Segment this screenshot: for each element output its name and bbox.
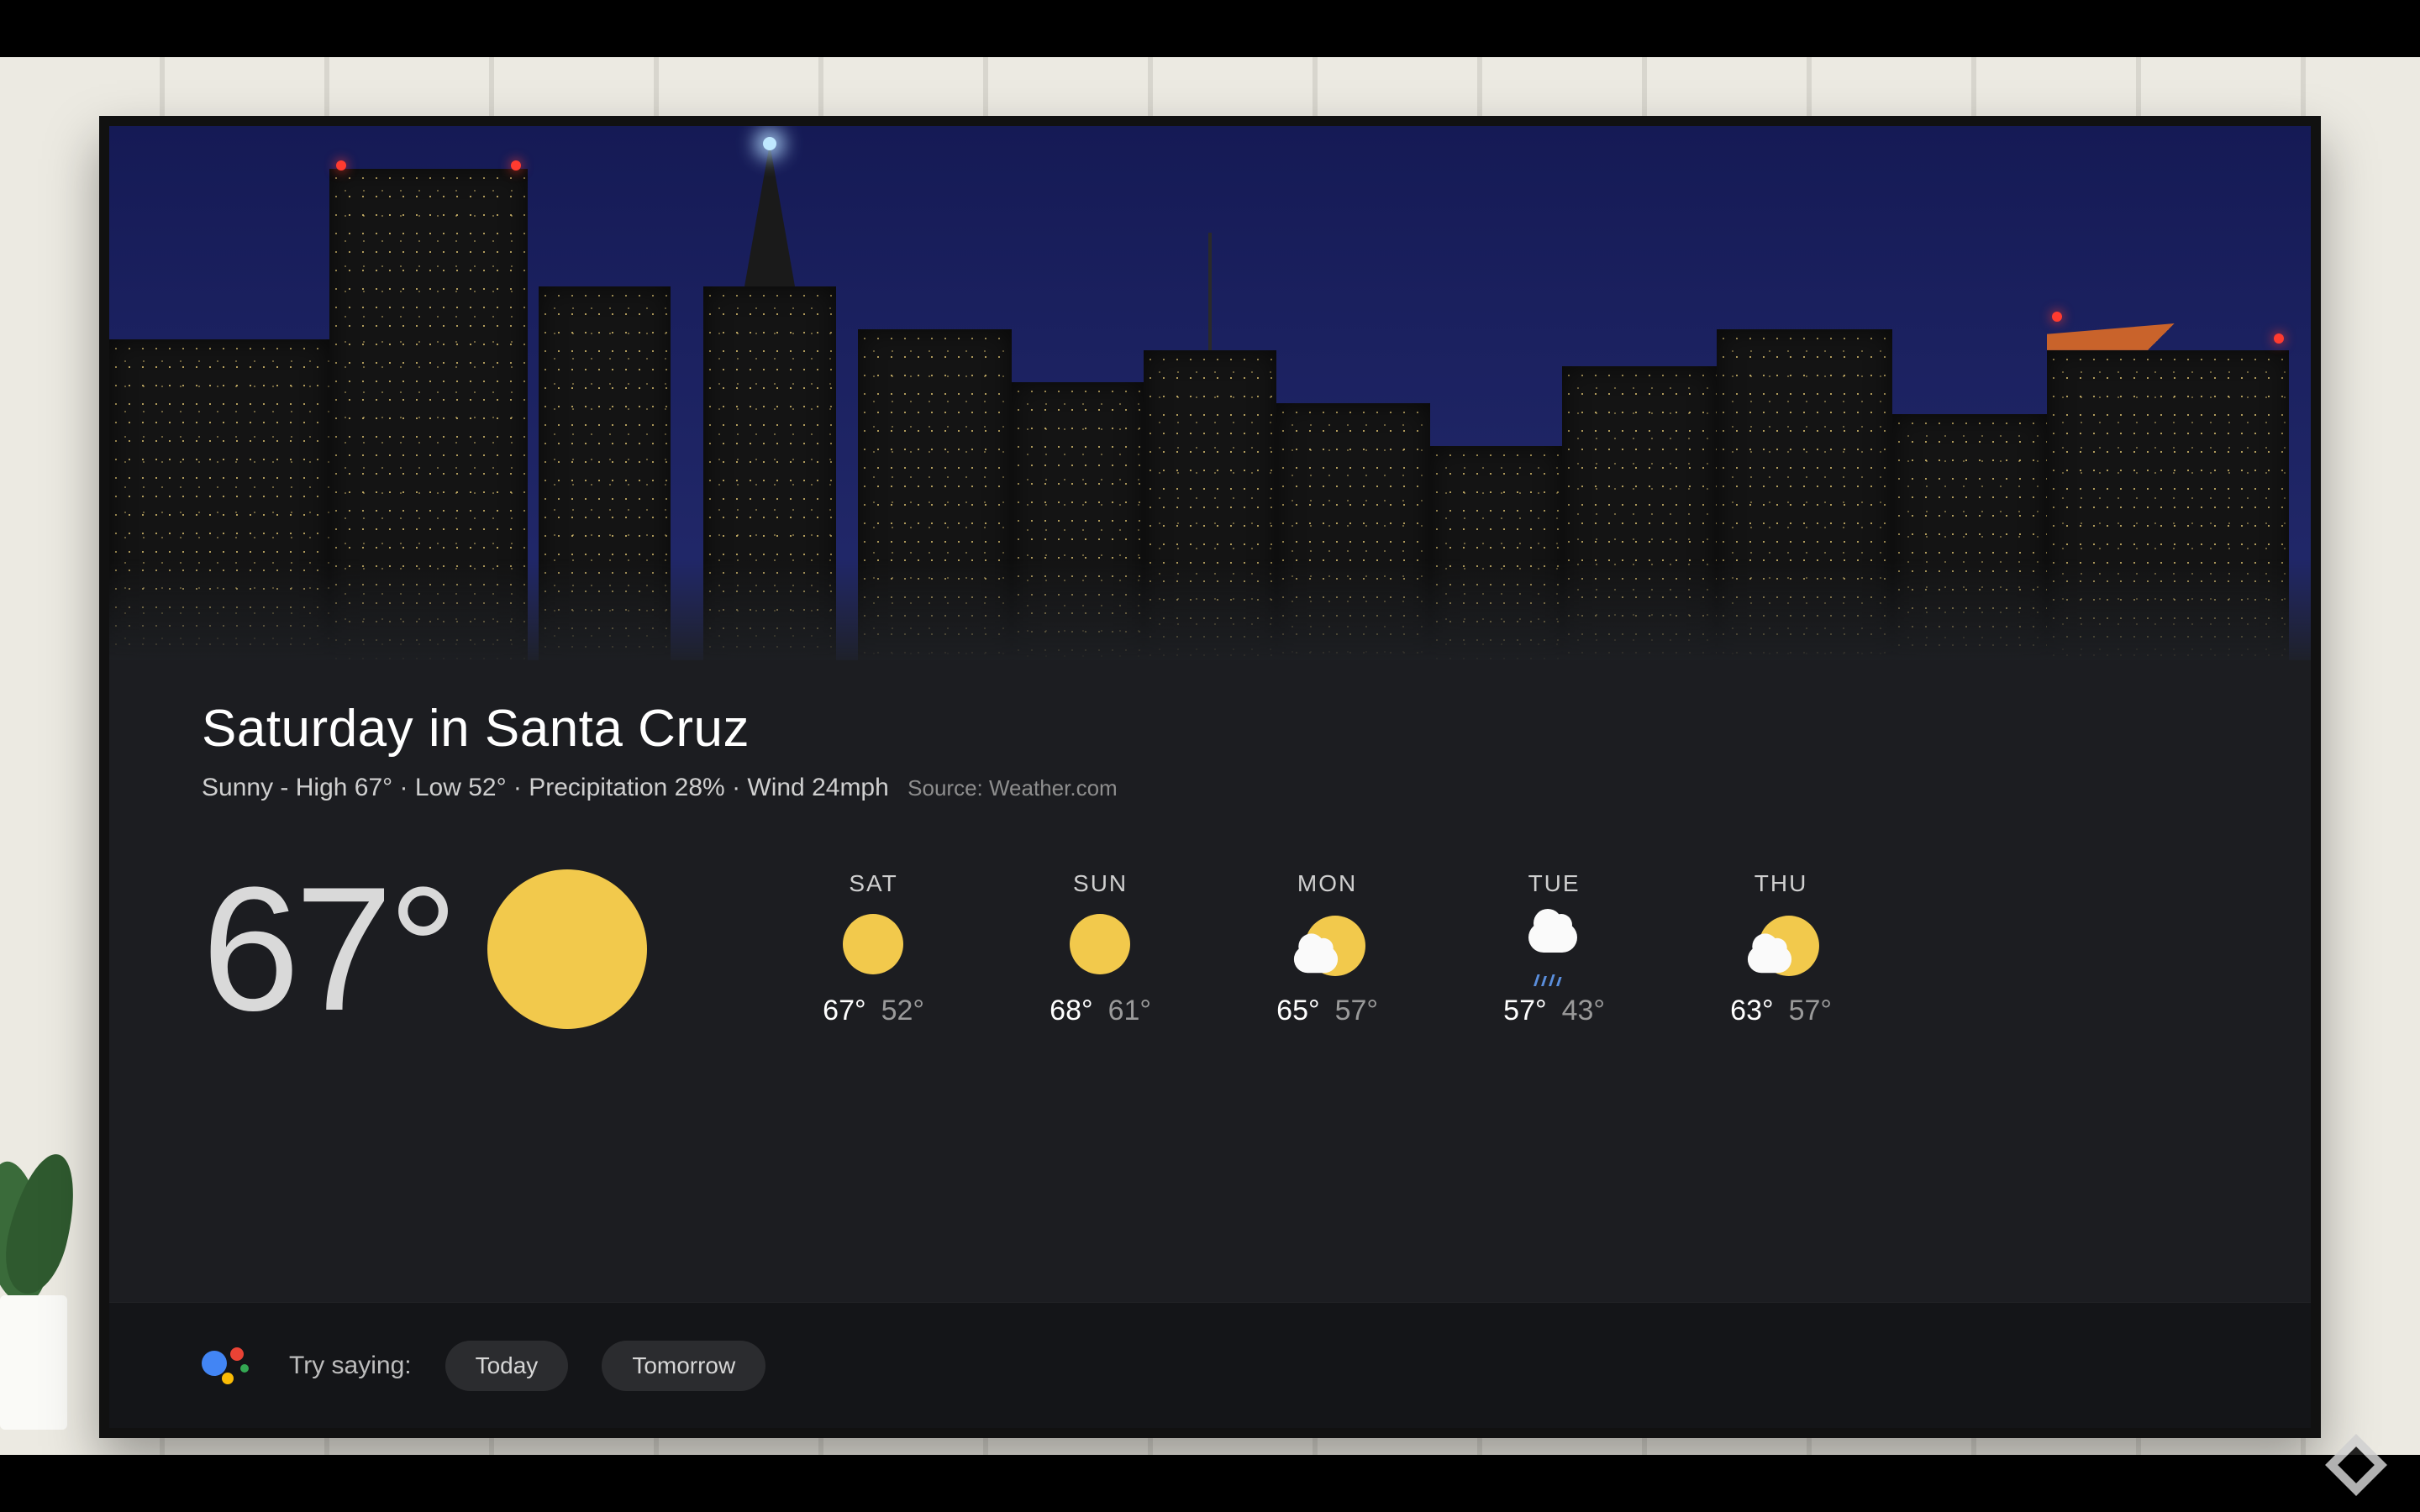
rain-icon bbox=[1523, 914, 1586, 976]
suggestion-chip-tomorrow[interactable]: Tomorrow bbox=[602, 1341, 765, 1391]
forecast-row: SAT 67° 52° SUN bbox=[815, 870, 1840, 1027]
forecast-high: 67° bbox=[823, 995, 865, 1027]
weather-summary: Sunny - High 67° · Low 52° · Precipitati… bbox=[202, 774, 2218, 802]
weather-panel: Saturday in Santa Cruz Sunny - High 67° … bbox=[109, 660, 2311, 1429]
forecast-day-label: MON bbox=[1297, 870, 1357, 897]
weather-title: Saturday in Santa Cruz bbox=[202, 699, 2218, 759]
current-temp: 67° bbox=[202, 861, 454, 1037]
forecast-high: 68° bbox=[1050, 995, 1092, 1027]
forecast-low: 57° bbox=[1789, 995, 1832, 1027]
forecast-day-sun: SUN 68° 61° bbox=[1042, 870, 1160, 1027]
tv-screen: Saturday in Santa Cruz Sunny - High 67° … bbox=[109, 126, 2311, 1428]
assistant-prompt: Try saying: bbox=[289, 1352, 412, 1380]
source-text: Source: Weather.com bbox=[908, 775, 1118, 801]
forecast-low: 43° bbox=[1562, 995, 1605, 1027]
partly-cloudy-icon bbox=[1750, 914, 1812, 976]
forecast-low: 57° bbox=[1335, 995, 1378, 1027]
forecast-day-label: SAT bbox=[849, 870, 897, 897]
watermark-icon bbox=[2321, 1430, 2391, 1500]
sunny-icon bbox=[1070, 914, 1132, 976]
sunny-icon bbox=[487, 869, 647, 1029]
forecast-high: 63° bbox=[1730, 995, 1773, 1027]
assistant-logo-icon bbox=[202, 1339, 255, 1393]
forecast-day-label: THU bbox=[1754, 870, 1808, 897]
forecast-day-tue: TUE 57° 43° bbox=[1496, 870, 1613, 1027]
forecast-low: 61° bbox=[1108, 995, 1151, 1027]
forecast-day-sat: SAT 67° 52° bbox=[815, 870, 933, 1027]
current-weather: 67° bbox=[202, 861, 647, 1037]
condition-text: Sunny bbox=[202, 774, 273, 801]
forecast-high: 57° bbox=[1503, 995, 1546, 1027]
forecast-day-label: SUN bbox=[1073, 870, 1128, 897]
sunny-icon bbox=[843, 914, 905, 976]
partly-cloudy-icon bbox=[1297, 914, 1359, 976]
high-text: High 67° bbox=[296, 774, 392, 801]
decor-plant bbox=[0, 1127, 92, 1430]
assistant-bar: Try saying: Today Tomorrow bbox=[109, 1302, 2311, 1428]
precip-text: Precipitation 28% bbox=[529, 774, 724, 801]
tv-frame: Saturday in Santa Cruz Sunny - High 67° … bbox=[99, 116, 2321, 1438]
forecast-day-mon: MON 65° 57° bbox=[1269, 870, 1386, 1027]
forecast-high: 65° bbox=[1276, 995, 1319, 1027]
wind-text: Wind 24mph bbox=[747, 774, 888, 801]
background-skyline bbox=[109, 126, 2311, 660]
forecast-day-label: TUE bbox=[1528, 870, 1581, 897]
forecast-low: 52° bbox=[881, 995, 924, 1027]
forecast-day-thu: THU 63° 57° bbox=[1723, 870, 1840, 1027]
low-text: Low 52° bbox=[415, 774, 507, 801]
suggestion-chip-today[interactable]: Today bbox=[445, 1341, 569, 1391]
